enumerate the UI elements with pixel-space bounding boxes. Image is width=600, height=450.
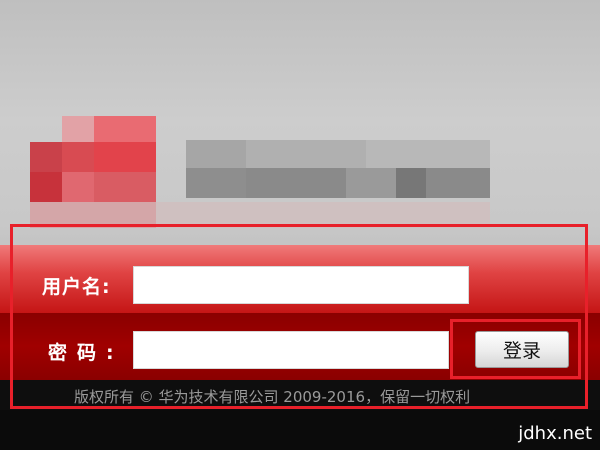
login-button[interactable]: 登录 [475,331,569,368]
username-colon: : [102,276,111,298]
watermark-text: jdhx.net [518,423,592,444]
blurred-logo [30,108,490,233]
username-input[interactable] [133,266,469,304]
bottom-area [0,410,600,450]
password-label: 密码 [48,342,107,364]
password-input[interactable] [133,331,449,369]
password-colon: : [106,342,114,364]
password-label-group: 密码: [48,338,114,365]
username-label: 用户名 [42,276,103,298]
copyright-text: 版权所有 © 华为技术有限公司 2009-2016，保留一切权利 [74,388,471,406]
username-label-group: 用户名: [42,272,111,299]
